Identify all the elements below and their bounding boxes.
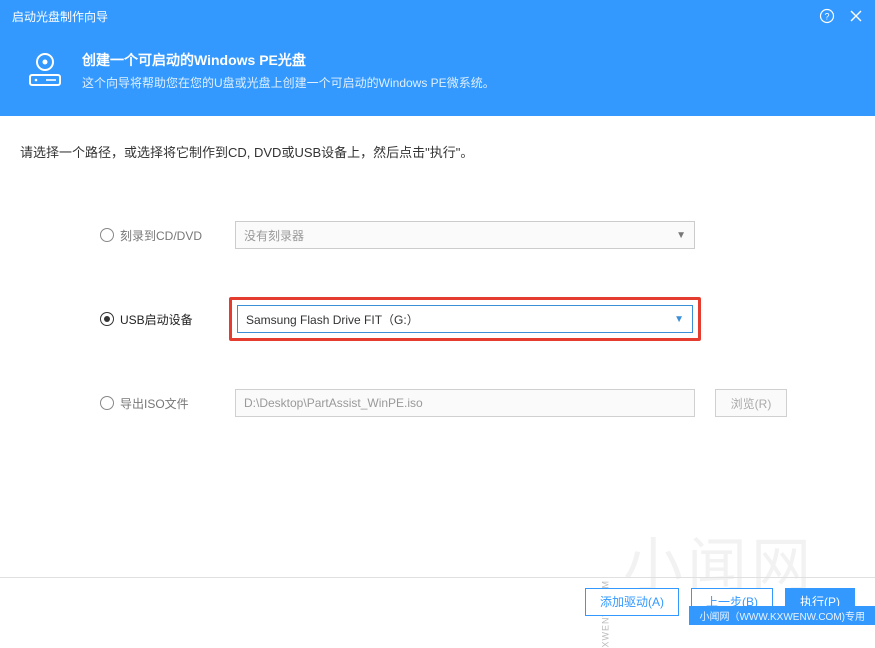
usb-device-select[interactable]: Samsung Flash Drive FIT（G:） ▼ (237, 305, 693, 333)
disc-burner-icon (24, 49, 66, 91)
header-title: 创建一个可启动的Windows PE光盘 (82, 50, 495, 70)
cd-burner-select[interactable]: 没有刻录器 ▼ (235, 221, 695, 249)
add-driver-button[interactable]: 添加驱动(A) (585, 588, 679, 616)
window-title: 启动光盘制作向导 (12, 8, 108, 25)
radio-iso-label: 导出ISO文件 (120, 395, 189, 412)
iso-path-input[interactable]: D:\Desktop\PartAssist_WinPE.iso (235, 389, 695, 417)
option-usb: USB启动设备 Samsung Flash Drive FIT（G:） ▼ (20, 297, 855, 341)
browse-button: 浏览(R) (715, 389, 787, 417)
chevron-down-icon: ▼ (676, 230, 686, 241)
radio-usb[interactable]: USB启动设备 (100, 311, 235, 328)
close-icon[interactable] (849, 9, 863, 23)
instruction-text: 请选择一个路径，或选择将它制作到CD, DVD或USB设备上，然后点击"执行"。 (20, 142, 855, 161)
radio-cd-dvd[interactable]: 刻录到CD/DVD (100, 227, 235, 244)
option-cd-dvd: 刻录到CD/DVD 没有刻录器 ▼ (20, 221, 855, 249)
chevron-down-icon: ▼ (674, 314, 684, 325)
help-icon[interactable]: ? (819, 8, 835, 24)
usb-highlight: Samsung Flash Drive FIT（G:） ▼ (229, 297, 701, 341)
radio-iso[interactable]: 导出ISO文件 (100, 395, 235, 412)
radio-cd-label: 刻录到CD/DVD (120, 227, 202, 244)
header-subtitle: 这个向导将帮助您在您的U盘或光盘上创建一个可启动的Windows PE微系统。 (82, 74, 495, 91)
content-area: 请选择一个路径，或选择将它制作到CD, DVD或USB设备上，然后点击"执行"。… (0, 116, 875, 417)
svg-text:?: ? (824, 12, 829, 22)
titlebar-controls: ? (819, 8, 863, 24)
titlebar: 启动光盘制作向导 ? (0, 0, 875, 32)
option-iso: 导出ISO文件 D:\Desktop\PartAssist_WinPE.iso … (20, 389, 855, 417)
header-banner: 创建一个可启动的Windows PE光盘 这个向导将帮助您在您的U盘或光盘上创建… (0, 32, 875, 116)
radio-usb-label: USB启动设备 (120, 311, 193, 328)
watermark-bar: 小闻网（WWW.KXWENW.COM)专用 (689, 606, 875, 625)
